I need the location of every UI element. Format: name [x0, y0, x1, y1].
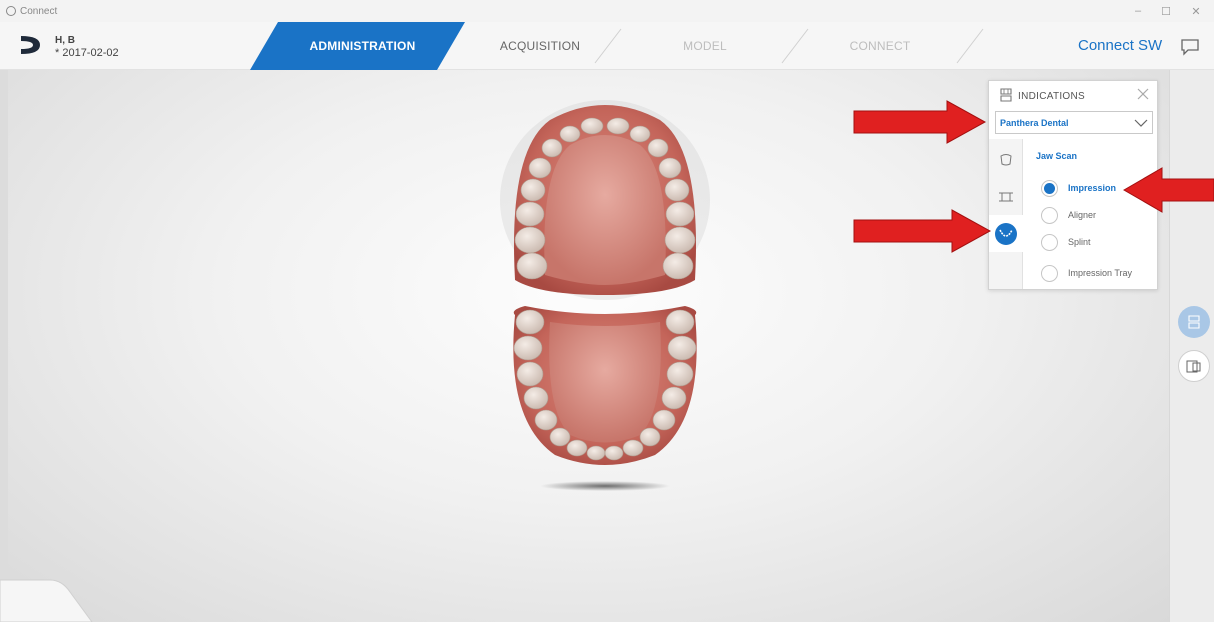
option-label: Aligner: [1068, 210, 1097, 220]
tab-connect[interactable]: CONNECT: [795, 22, 965, 70]
patient-info[interactable]: H, B * 2017-02-02: [55, 35, 119, 59]
tab-separator: [956, 28, 984, 64]
tab-administration[interactable]: ADMINISTRATION: [270, 22, 455, 70]
app-icon: [6, 6, 16, 16]
left-edge: [0, 70, 8, 622]
option-impression-tray[interactable]: Impression Tray: [1041, 263, 1132, 283]
indications-title: INDICATIONS: [1018, 91, 1086, 102]
tooth-jaw-icon: [1000, 88, 1012, 102]
radio-button[interactable]: [1041, 179, 1058, 197]
close-window-button[interactable]: ✕: [1182, 0, 1210, 22]
chat-bubble-icon[interactable]: [1180, 38, 1200, 56]
corner-tab[interactable]: [0, 572, 110, 622]
bridge-button[interactable]: [989, 178, 1023, 215]
single-tooth-button[interactable]: [989, 141, 1023, 178]
option-impression[interactable]: Impression: [1041, 178, 1116, 198]
close-icon[interactable]: [1136, 87, 1150, 101]
app-name[interactable]: Connect SW: [1078, 37, 1162, 54]
radio-selected-dot: [1044, 182, 1055, 194]
window-title: Connect: [20, 5, 58, 17]
option-aligner[interactable]: Aligner: [1041, 205, 1096, 225]
radio-button[interactable]: [1041, 206, 1058, 224]
option-label: Splint: [1068, 237, 1091, 247]
radio-button[interactable]: [1041, 233, 1058, 251]
jaw-scan-button[interactable]: [989, 215, 1023, 252]
lab-select-value: Panthera Dental: [1000, 118, 1069, 128]
indications-toggle-button[interactable]: [1178, 306, 1210, 338]
right-toolbar: [1169, 70, 1214, 622]
bridge-icon: [999, 192, 1013, 201]
indications-header: INDICATIONS: [989, 81, 1159, 111]
annotation-arrow-right: [853, 100, 987, 144]
annotation-arrow-right: [853, 209, 992, 253]
jaw-icon: [995, 222, 1017, 245]
single-tooth-icon: [1000, 153, 1012, 165]
tooth-jaw-icon: [1188, 315, 1200, 329]
gallery-button[interactable]: [1178, 350, 1210, 382]
jaw-illustration[interactable]: [480, 90, 730, 505]
patient-birthdate: * 2017-02-02: [55, 47, 119, 59]
radio-button[interactable]: [1041, 264, 1058, 282]
tab-separator: [594, 28, 622, 64]
tab-model[interactable]: MODEL: [620, 22, 790, 70]
annotation-arrow-left: [1123, 167, 1214, 213]
window-titlebar: Connect: [0, 0, 1214, 22]
option-label: Impression Tray: [1068, 268, 1133, 278]
app-header: H, B * 2017-02-02 ADMINISTRATION ACQUISI…: [0, 22, 1214, 70]
indication-group-title: Jaw Scan: [1036, 151, 1078, 161]
patient-name: H, B: [55, 35, 75, 46]
lab-select[interactable]: Panthera Dental: [995, 111, 1153, 134]
gallery-icon: [1186, 360, 1201, 373]
chevron-down-icon: [1134, 119, 1148, 127]
indication-type-sidebar: [989, 139, 1023, 289]
option-label: Impression: [1068, 183, 1117, 193]
minimize-button[interactable]: –: [1124, 0, 1152, 22]
option-splint[interactable]: Splint: [1041, 232, 1091, 252]
brand-logo-icon: [21, 36, 40, 54]
maximize-button[interactable]: ☐: [1152, 0, 1180, 22]
